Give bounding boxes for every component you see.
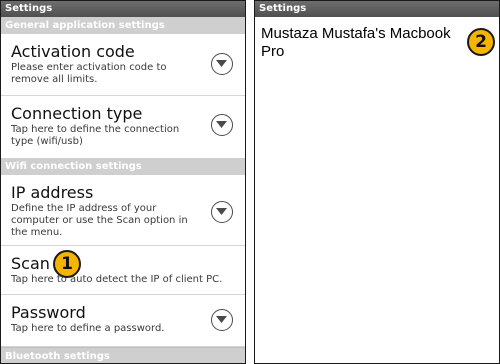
setting-summary: Tap here to auto detect the IP of client… <box>11 274 223 285</box>
section-header-general: General application settings <box>1 17 245 34</box>
setting-row-ip-address[interactable]: IP address Define the IP address of your… <box>1 175 245 246</box>
setting-summary: Define the IP address of your computer o… <box>11 203 188 238</box>
title-bar: Settings <box>255 1 499 17</box>
chevron-down-icon[interactable] <box>211 309 233 331</box>
setting-title: Activation code <box>11 42 135 61</box>
chevron-down-icon[interactable] <box>211 114 233 136</box>
setting-summary: Please enter activation code to remove a… <box>11 62 167 85</box>
setting-summary: Tap here to define the connection type (… <box>11 124 180 147</box>
section-header-bluetooth: Bluetooth settings <box>1 347 245 363</box>
title-bar: Settings <box>1 1 245 17</box>
callout-badge-2: 2 <box>467 28 495 56</box>
setting-title: Scan <box>11 254 50 273</box>
device-list-item[interactable]: Mustaza Mustafa's Macbook Pro <box>261 25 471 61</box>
settings-panel-left: Settings General application settings Ac… <box>0 0 246 364</box>
section-header-wifi: Wifi connection settings <box>1 158 245 175</box>
setting-row-scan[interactable]: Scan Tap here to auto detect the IP of c… <box>1 246 245 295</box>
setting-row-password[interactable]: Password Tap here to define a password. <box>1 295 245 347</box>
setting-summary: Tap here to define a password. <box>11 323 165 334</box>
setting-row-activation-code[interactable]: Activation code Please enter activation … <box>1 34 245 96</box>
setting-title: Connection type <box>11 104 143 123</box>
chevron-down-icon[interactable] <box>211 53 233 75</box>
setting-title: IP address <box>11 183 94 202</box>
chevron-down-icon[interactable] <box>211 201 233 223</box>
setting-row-connection-type[interactable]: Connection type Tap here to define the c… <box>1 96 245 158</box>
setting-title: Password <box>11 303 86 322</box>
settings-panel-right: Settings Mustaza Mustafa's Macbook Pro 2 <box>254 0 500 364</box>
callout-badge-1: 1 <box>53 250 81 278</box>
